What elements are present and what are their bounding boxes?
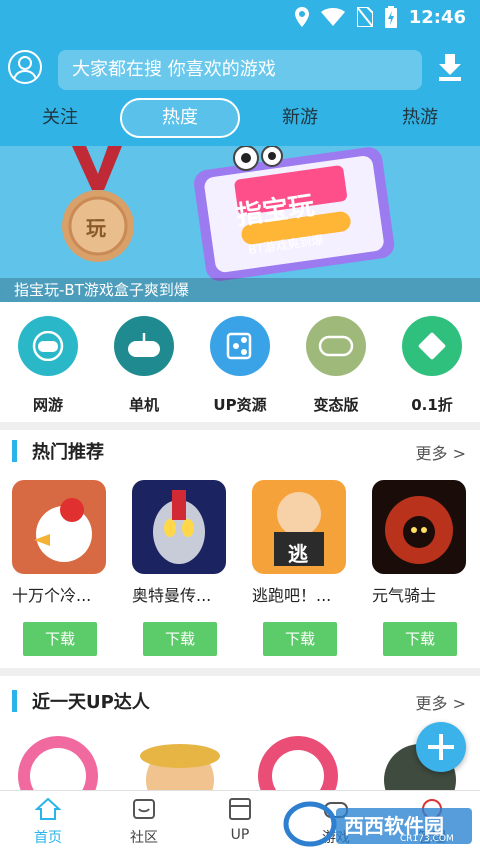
category-up-resources[interactable]: UP资源 <box>192 316 288 415</box>
category-bt-version[interactable]: 变态版 <box>288 316 384 415</box>
game-name: 十万个冷... <box>12 586 92 605</box>
category-label: 变态版 <box>313 396 359 414</box>
category-label: UP资源 <box>213 396 267 414</box>
game-card[interactable]: 十万个冷... 下载 <box>12 480 108 656</box>
gamepad-icon <box>18 316 78 376</box>
category-label: 0.1折 <box>411 396 453 414</box>
download-button[interactable]: 下载 <box>143 622 217 656</box>
game-icon <box>132 480 226 574</box>
home-icon <box>34 797 62 820</box>
game-name: 奥特曼传... <box>132 586 212 605</box>
game-card[interactable]: 逃 逃跑吧！... 下载 <box>252 480 348 656</box>
section-divider <box>0 422 480 430</box>
game-name: 元气骑士 <box>372 586 437 605</box>
up-section-header: 近一天UP达人 更多 > <box>0 680 480 720</box>
location-icon <box>294 7 309 27</box>
section-accent-bar <box>12 440 17 462</box>
category-label: 单机 <box>128 396 159 414</box>
search-input[interactable]: 大家都在搜 你喜欢的游戏 <box>58 50 422 90</box>
category-label: 网游 <box>32 396 63 414</box>
watermark-subtext: CR173.COM <box>400 834 454 844</box>
download-button[interactable]: 下载 <box>23 622 97 656</box>
promo-banner[interactable]: 玩 指宝玩 BT游戏爽到爆 指宝玩-BT游戏盒子爽到爆 <box>0 146 480 302</box>
discount-ticket-icon <box>402 316 462 376</box>
bt-gamepad-icon <box>306 316 366 376</box>
status-icons: 12:46 <box>294 6 466 28</box>
user-icon <box>13 56 37 80</box>
nav-label: 首页 <box>34 830 62 846</box>
status-bar: 12:46 <box>0 0 480 36</box>
section-divider <box>0 668 480 676</box>
section-title: 热门推荐 <box>32 442 104 463</box>
header: 大家都在搜 你喜欢的游戏 关注 热度 新游 热游 <box>0 36 480 146</box>
joystick-icon <box>114 316 174 376</box>
community-icon <box>133 799 155 819</box>
hot-more-link[interactable]: 更多 > <box>416 440 467 464</box>
game-icon-text: 逃 <box>288 542 308 566</box>
up-more-link[interactable]: 更多 > <box>416 690 467 714</box>
nav-label: 社区 <box>130 830 158 846</box>
nav-up[interactable]: UP <box>192 797 288 843</box>
tab-hot[interactable]: 热度 <box>120 98 240 138</box>
hot-games-row: 十万个冷... 下载 奥特曼传... 下载 逃 逃跑吧！... 下载 元气骑士 … <box>0 480 480 656</box>
section-accent-bar <box>12 690 17 712</box>
tab-trending[interactable]: 热游 <box>380 98 460 138</box>
category-single-player[interactable]: 单机 <box>96 316 192 415</box>
nav-label: UP <box>230 827 250 843</box>
hot-section-header: 热门推荐 更多 > <box>0 430 480 470</box>
download-button[interactable]: 下载 <box>263 622 337 656</box>
no-sim-icon <box>356 7 373 27</box>
up-icon <box>229 798 251 820</box>
category-row: 网游 单机 UP资源 变态版 0.1折 <box>0 316 480 420</box>
battery-charging-icon <box>384 6 397 28</box>
watermark-logo: 西西软件园 CR173.COM <box>280 796 480 854</box>
category-online-games[interactable]: 网游 <box>0 316 96 415</box>
tab-bar: 关注 热度 新游 热游 <box>0 98 480 140</box>
status-time: 12:46 <box>408 6 466 28</box>
tab-follow[interactable]: 关注 <box>20 98 100 138</box>
banner-caption: 指宝玩-BT游戏盒子爽到爆 <box>0 278 480 302</box>
game-icon: 逃 <box>252 480 346 574</box>
download-button[interactable]: 下载 <box>383 622 457 656</box>
game-name: 逃跑吧！... <box>252 586 332 605</box>
section-title: 近一天UP达人 <box>32 692 150 713</box>
download-icon <box>439 54 461 81</box>
medal-text: 玩 <box>86 216 106 240</box>
category-discount[interactable]: 0.1折 <box>384 316 480 415</box>
add-fab-button[interactable] <box>416 722 466 772</box>
game-card[interactable]: 元气骑士 下载 <box>372 480 468 656</box>
share-icon <box>210 316 270 376</box>
game-card[interactable]: 奥特曼传... 下载 <box>132 480 228 656</box>
tab-new[interactable]: 新游 <box>260 98 340 138</box>
up-user-avatars <box>18 736 456 792</box>
plus-icon <box>428 734 454 760</box>
up-users-row <box>0 732 480 792</box>
nav-community[interactable]: 社区 <box>96 797 192 847</box>
wifi-icon <box>320 8 345 26</box>
game-icon <box>12 480 106 574</box>
user-avatar-button[interactable] <box>8 50 42 84</box>
download-manager-button[interactable] <box>436 52 464 82</box>
game-icon <box>372 480 466 574</box>
nav-home[interactable]: 首页 <box>0 797 96 847</box>
